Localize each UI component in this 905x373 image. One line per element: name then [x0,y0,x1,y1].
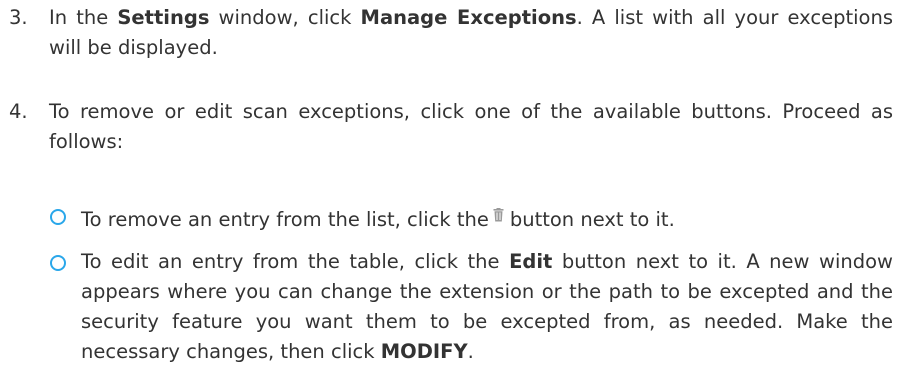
step-4: 4. To remove or edit scan exceptions, cl… [0,97,893,157]
trash-icon [493,201,504,231]
text-run: To edit an entry from the table, click t… [81,250,510,273]
text-run: To remove an entry from the list, click … [81,208,489,231]
document-page: 3. In the Settings window, click Manage … [0,0,905,373]
text-run: button next to it. [509,208,675,231]
text-run: In the [49,6,118,29]
settings-emphasis: Settings [117,6,210,29]
text-run: . [467,340,474,363]
manage-exceptions-emphasis: Manage Exceptions [360,6,577,29]
step-number: 4. [9,100,28,123]
text-run: To remove or edit scan exceptions, click… [49,100,893,153]
modify-emphasis: MODIFY [380,340,468,363]
bullet-remove-entry: To remove an entry from the list, click … [0,201,893,235]
bullet-circle-icon [50,209,66,225]
bullet-edit-entry: To edit an entry from the table, click t… [0,247,893,367]
bullet-text: To edit an entry from the table, click t… [81,247,893,367]
text-run: window, click [209,6,361,29]
step-text: In the Settings window, click Manage Exc… [49,3,893,63]
step-text: To remove or edit scan exceptions, click… [49,97,893,157]
bullet-text: To remove an entry from the list, click … [81,201,893,235]
edit-emphasis: Edit [509,250,553,273]
bullet-circle-icon [50,255,66,271]
step-number: 3. [9,6,28,29]
step-3: 3. In the Settings window, click Manage … [0,3,893,63]
